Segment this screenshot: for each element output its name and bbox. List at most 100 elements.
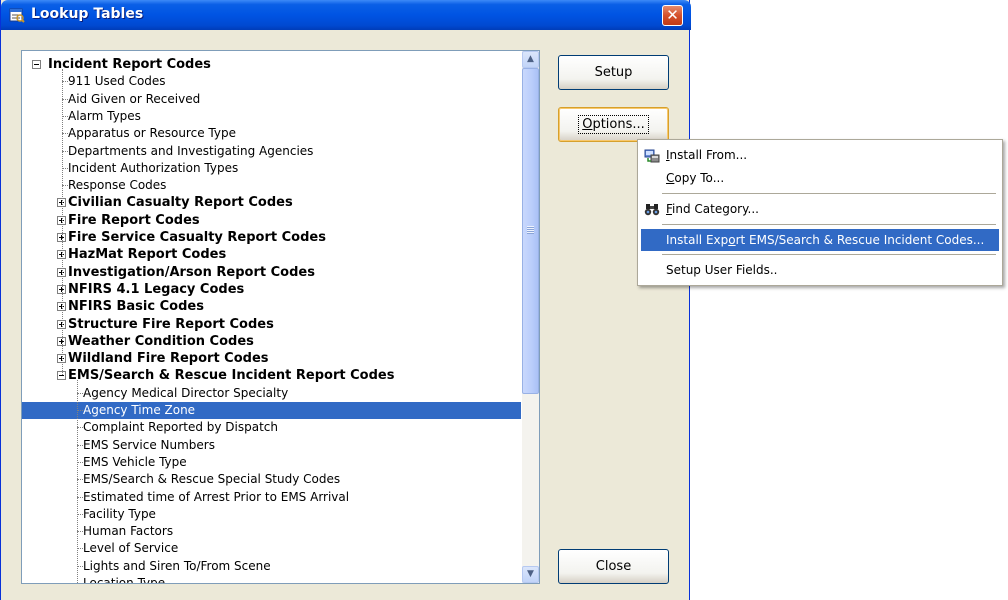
tree-node-label: Lights and Siren To/From Scene [83, 559, 271, 573]
scroll-down-button[interactable]: ▼ [522, 566, 539, 583]
tree-item[interactable]: Agency Time Zone [22, 402, 521, 419]
tree-item[interactable]: 911 Used Codes [22, 73, 521, 90]
tree-node-label: Response Codes [68, 178, 167, 192]
tree-item[interactable]: Level of Service [22, 540, 521, 557]
collapse-icon[interactable] [32, 60, 41, 69]
binoculars-icon [644, 204, 660, 216]
tree-item[interactable]: Location Type [22, 575, 521, 584]
arrow-down-icon: ▼ [527, 569, 534, 579]
setup-button[interactable]: Setup [558, 55, 669, 90]
menu-item-install-export-ems[interactable]: Install Export EMS/Search & Rescue Incid… [641, 229, 999, 251]
options-button[interactable]: Options... [558, 107, 669, 142]
tree-node-label: Human Factors [83, 524, 174, 538]
tree-group-node[interactable]: Weather Condition Codes [22, 333, 521, 350]
tree-node-label: Investigation/Arson Report Codes [68, 265, 315, 280]
tree-group-node[interactable]: Civilian Casualty Report Codes [22, 194, 521, 211]
tree-group-node[interactable]: Fire Service Casualty Report Codes [22, 229, 521, 246]
tree-item[interactable]: Aid Given or Received [22, 91, 521, 108]
tree-node-label: 911 Used Codes [68, 74, 166, 88]
menu-item-find-category[interactable]: Find Category... [641, 198, 999, 220]
lookup-tables-window: Lookup Tables ✕ Incident Report Codes 911… [0, 0, 691, 600]
tree-vertical-scrollbar[interactable]: ▲ ▼ [522, 51, 539, 583]
tree-node-label: Aid Given or Received [68, 92, 201, 106]
tree-item[interactable]: EMS Vehicle Type [22, 454, 521, 471]
tree-item[interactable]: Apparatus or Resource Type [22, 125, 521, 142]
tree-node-label: Estimated time of Arrest Prior to EMS Ar… [83, 490, 350, 504]
tree-item[interactable]: Estimated time of Arrest Prior to EMS Ar… [22, 489, 521, 506]
tree-group-node[interactable]: Structure Fire Report Codes [22, 316, 521, 333]
tree-node-label: Location Type [83, 576, 166, 584]
options-context-menu: Install From... Copy To... Find Category… [637, 139, 1003, 286]
tree-node-label: Structure Fire Report Codes [68, 317, 274, 332]
tree-node-label: NFIRS Basic Codes [68, 299, 204, 314]
tree-node-label: EMS Service Numbers [83, 438, 215, 452]
install-from-label: Install From... [666, 148, 748, 162]
window-close-button[interactable]: ✕ [662, 5, 683, 26]
menu-separator [662, 193, 996, 194]
tree-item[interactable]: Complaint Reported by Dispatch [22, 419, 521, 436]
tree-node-label: Wildland Fire Report Codes [68, 351, 269, 366]
tree-item[interactable]: Lights and Siren To/From Scene [22, 558, 521, 575]
tree-item[interactable]: EMS Service Numbers [22, 437, 521, 454]
tree-node-label: Level of Service [83, 541, 179, 555]
tree-item[interactable]: Agency Medical Director Specialty [22, 385, 521, 402]
menu-item-copy-to[interactable]: Copy To... [641, 167, 999, 189]
tree-group-node[interactable]: NFIRS 4.1 Legacy Codes [22, 281, 521, 298]
tree-item[interactable]: Alarm Types [22, 108, 521, 125]
tree-node-label: Civilian Casualty Report Codes [68, 195, 293, 210]
tree-node-label: Fire Service Casualty Report Codes [68, 230, 326, 245]
tree-trunk-line [62, 69, 63, 375]
tree-group-node[interactable]: Fire Report Codes [22, 212, 521, 229]
tree-node-label: NFIRS 4.1 Legacy Codes [68, 282, 245, 297]
tree-node-label: Apparatus or Resource Type [68, 126, 236, 140]
tree-node-label: Fire Report Codes [68, 213, 200, 228]
tree-connector [77, 583, 83, 584]
tree-node-label: Alarm Types [68, 109, 141, 123]
tree-node-label: EMS/Search & Rescue Incident Report Code… [68, 368, 395, 383]
options-button-label: Options... [578, 115, 649, 134]
window-title: Lookup Tables [31, 6, 144, 22]
tree-node-label: Agency Medical Director Specialty [83, 386, 289, 400]
tree-item[interactable]: Departments and Investigating Agencies [22, 143, 521, 160]
menu-separator [662, 254, 996, 255]
scroll-thumb[interactable] [522, 68, 539, 394]
find-category-label: Find Category... [666, 202, 759, 216]
menu-item-setup-user-fields[interactable]: Setup User Fields.. [641, 259, 999, 281]
lookup-tree[interactable]: Incident Report Codes 911 Used Codes Aid G… [21, 50, 540, 584]
tree-node-label: Complaint Reported by Dispatch [83, 420, 279, 434]
tree-group-node[interactable]: EMS/Search & Rescue Incident Report Code… [22, 367, 521, 384]
menu-separator [662, 224, 996, 225]
tree-node-label: Facility Type [83, 507, 156, 521]
arrow-up-icon: ▲ [527, 54, 534, 64]
tree-item[interactable]: Incident Authorization Types [22, 160, 521, 177]
close-button-label: Close [595, 559, 632, 574]
tree-item[interactable]: Response Codes [22, 177, 521, 194]
close-button[interactable]: Close [558, 549, 669, 584]
tree-node-label: Weather Condition Codes [68, 334, 254, 349]
tree-node-label: EMS Vehicle Type [83, 455, 187, 469]
tree-item[interactable]: Human Factors [22, 523, 521, 540]
setup-button-label: Setup [594, 65, 633, 80]
tree-item[interactable]: EMS/Search & Rescue Special Study Codes [22, 471, 521, 488]
title-bar[interactable]: Lookup Tables ✕ [1, 0, 691, 30]
setup-user-fields-label: Setup User Fields.. [666, 263, 778, 277]
tree-group-node[interactable]: Incident Report Codes [22, 56, 521, 73]
copy-to-label: Copy To... [666, 171, 725, 185]
tree-group-node[interactable]: Investigation/Arson Report Codes [22, 264, 521, 281]
tree-group-node[interactable]: HazMat Report Codes [22, 246, 521, 263]
menu-item-install-from[interactable]: Install From... [641, 144, 999, 166]
tree-node-label: Agency Time Zone [83, 403, 196, 417]
install-export-label: Install Export EMS/Search & Rescue Incid… [666, 233, 985, 247]
tree-node-label: Departments and Investigating Agencies [68, 144, 314, 158]
close-icon: ✕ [666, 6, 679, 24]
tree-branch-line [77, 380, 78, 583]
tree-item[interactable]: Facility Type [22, 506, 521, 523]
tree-node-label: HazMat Report Codes [68, 247, 227, 262]
lookup-table-icon [9, 8, 25, 23]
tree-group-node[interactable]: Wildland Fire Report Codes [22, 350, 521, 367]
tree-node-label: EMS/Search & Rescue Special Study Codes [83, 472, 341, 486]
scroll-up-button[interactable]: ▲ [522, 51, 539, 68]
tree-group-node[interactable]: NFIRS Basic Codes [22, 298, 521, 315]
tree-node-label: Incident Report Codes [48, 57, 211, 72]
tree-node-label: Incident Authorization Types [68, 161, 239, 175]
